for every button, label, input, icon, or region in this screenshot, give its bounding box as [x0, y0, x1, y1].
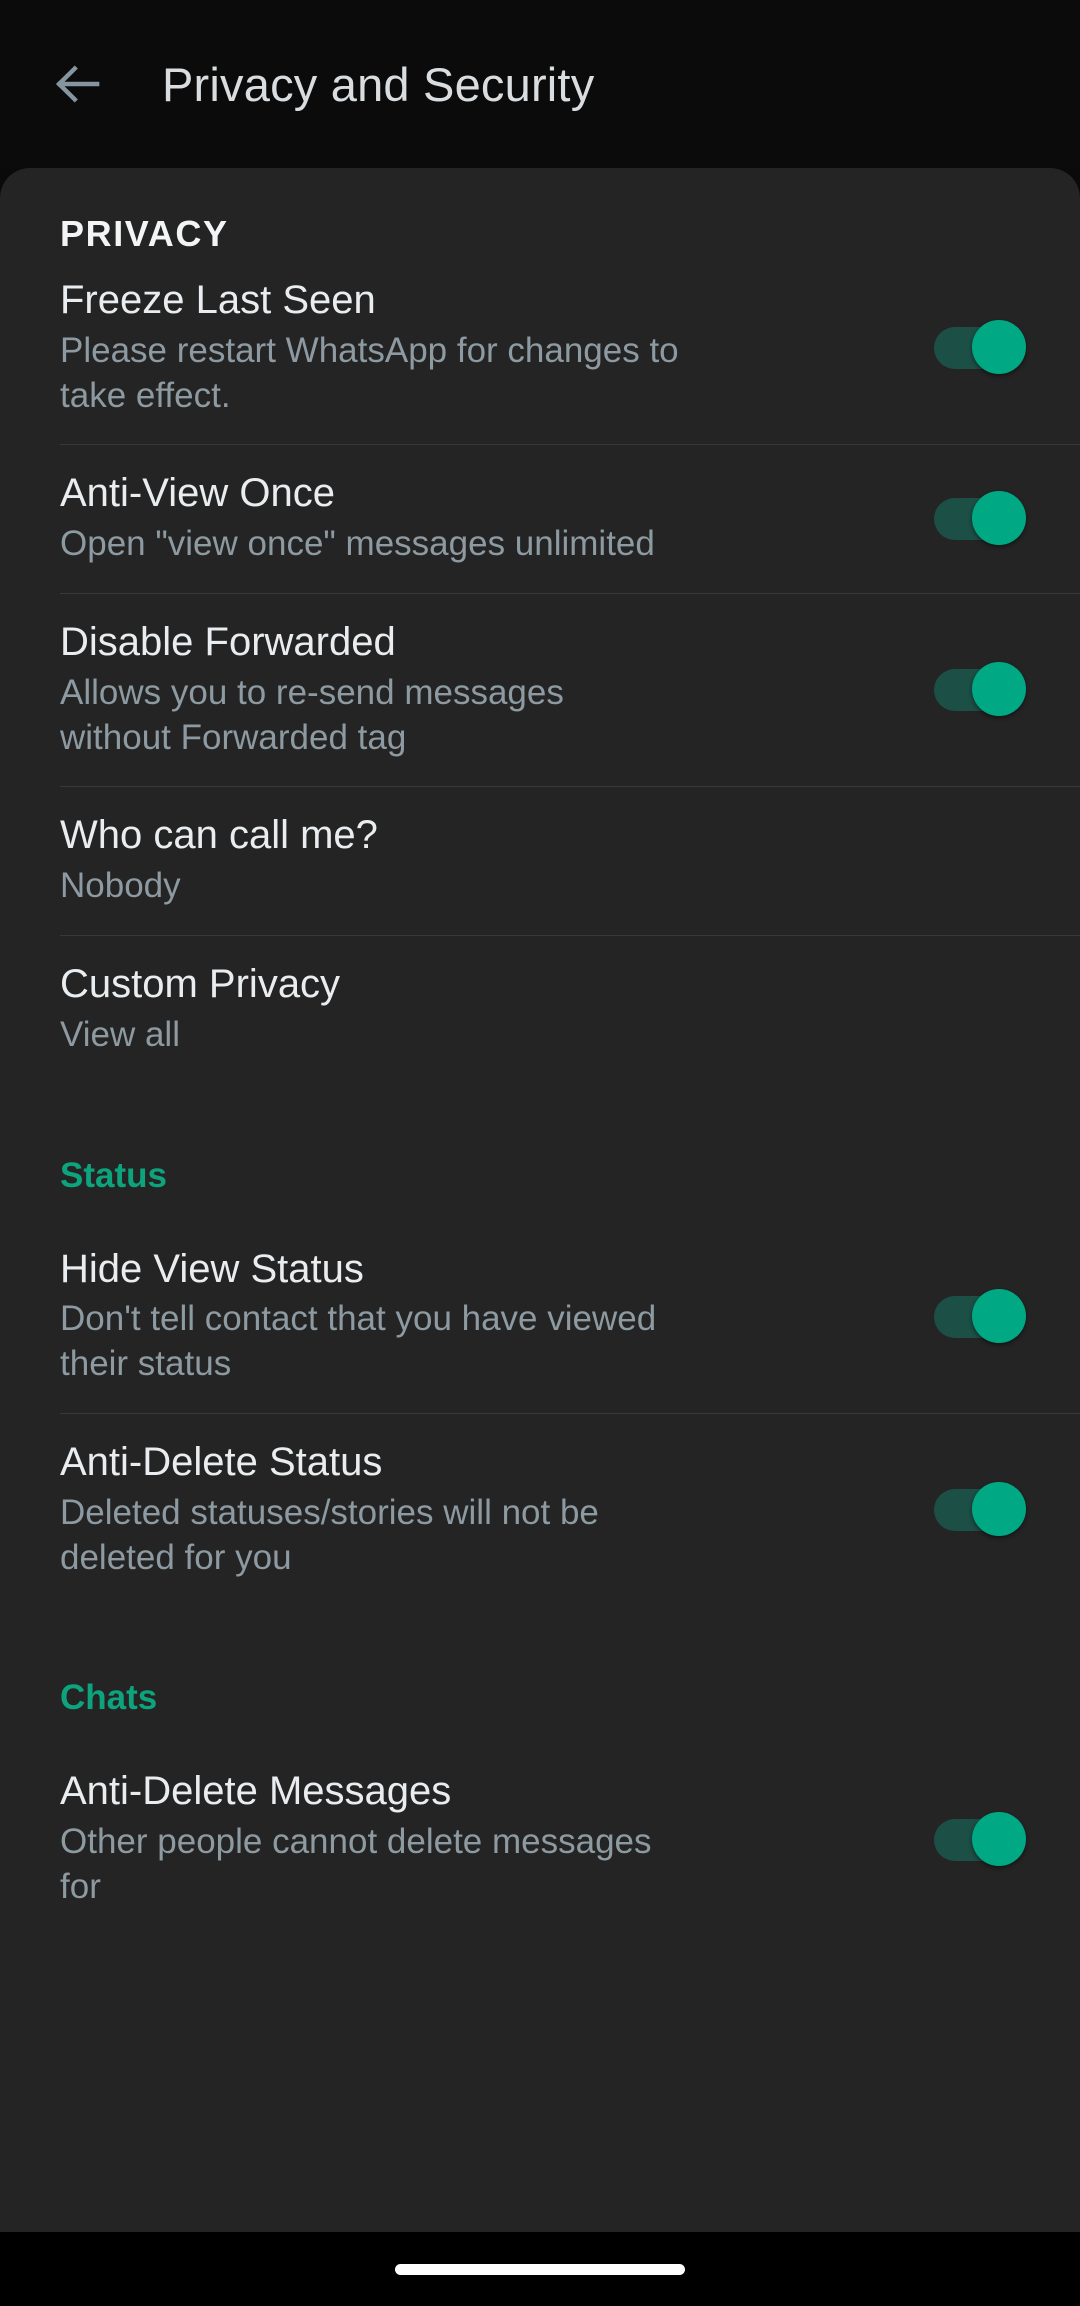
toggle-thumb: [972, 491, 1026, 546]
row-text: Freeze Last Seen Please restart WhatsApp…: [60, 252, 904, 444]
toggle-disable-forwarded[interactable]: [934, 662, 1026, 718]
row-text: Hide View Status Don't tell contact that…: [60, 1221, 904, 1413]
toggle-thumb: [972, 662, 1026, 717]
toggle-anti-delete-messages[interactable]: [934, 1811, 1026, 1868]
row-title: Anti-Delete Messages: [60, 1769, 452, 1814]
page-title: Privacy and Security: [162, 57, 595, 111]
system-navigation-bar: [0, 2232, 1080, 2306]
setting-row-hide-view-status[interactable]: Hide View Status Don't tell contact that…: [0, 1221, 1080, 1413]
toggle-thumb: [972, 1288, 1026, 1343]
row-title: Who can call me?: [60, 813, 378, 858]
app-bar: Privacy and Security: [0, 0, 1080, 168]
row-title: Hide View Status: [60, 1246, 364, 1291]
settings-list: PRIVACY Freeze Last Seen Please restart …: [0, 168, 1080, 1936]
setting-row-custom-privacy[interactable]: Custom Privacy View all: [0, 936, 1080, 1084]
arrow-left-icon: [50, 56, 106, 112]
toggle-thumb: [972, 320, 1026, 375]
row-subtitle: Deleted statuses/stories will not be del…: [60, 1492, 599, 1577]
row-value: View all: [60, 1014, 180, 1054]
setting-row-who-can-call-me[interactable]: Who can call me? Nobody: [0, 787, 1080, 935]
row-title: Anti-Delete Status: [60, 1439, 383, 1484]
row-title: Disable Forwarded: [60, 619, 396, 664]
toggle-anti-delete-status[interactable]: [934, 1482, 1026, 1538]
row-subtitle: Don't tell contact that you have viewed …: [60, 1299, 657, 1384]
row-value: Nobody: [60, 866, 181, 906]
setting-row-disable-forwarded[interactable]: Disable Forwarded Allows you to re-send …: [0, 594, 1080, 786]
toggle-thumb: [972, 1482, 1026, 1537]
toggle-freeze-last-seen[interactable]: [934, 320, 1026, 376]
row-title: Custom Privacy: [60, 961, 341, 1006]
phone-screen: Privacy and Security PRIVACY Freeze Last…: [0, 0, 1080, 2306]
section-heading-privacy: PRIVACY: [60, 213, 229, 254]
row-subtitle: Other people cannot delete messages for: [60, 1822, 652, 1906]
toggle-thumb: [972, 1811, 1026, 1866]
row-text: Custom Privacy View all: [60, 936, 1026, 1084]
section-heading-status: Status: [60, 1155, 167, 1195]
settings-card[interactable]: PRIVACY Freeze Last Seen Please restart …: [0, 168, 1080, 2232]
row-text: Anti-Delete Status Deleted statuses/stor…: [60, 1414, 904, 1606]
home-gesture-pill[interactable]: [395, 2263, 685, 2275]
row-text: Who can call me? Nobody: [60, 787, 1026, 935]
row-title: Freeze Last Seen: [60, 278, 376, 322]
row-text: Disable Forwarded Allows you to re-send …: [60, 594, 904, 786]
row-subtitle: Open "view once" messages unlimited: [60, 524, 655, 564]
row-subtitle: Allows you to re-send messages without F…: [60, 672, 564, 757]
setting-row-anti-delete-messages[interactable]: Anti-Delete Messages Other people cannot…: [0, 1743, 1080, 1935]
row-subtitle: Please restart WhatsApp for changes to t…: [60, 330, 679, 415]
setting-row-anti-view-once[interactable]: Anti-View Once Open "view once" messages…: [0, 445, 1080, 593]
row-text: Anti-Delete Messages Other people cannot…: [60, 1743, 904, 1935]
toggle-anti-view-once[interactable]: [934, 491, 1026, 547]
row-text: Anti-View Once Open "view once" messages…: [60, 445, 904, 593]
setting-row-freeze-last-seen[interactable]: Freeze Last Seen Please restart WhatsApp…: [0, 252, 1080, 444]
toggle-hide-view-status[interactable]: [934, 1288, 1026, 1345]
setting-row-anti-delete-status[interactable]: Anti-Delete Status Deleted statuses/stor…: [0, 1414, 1080, 1606]
section-heading-chats: Chats: [60, 1678, 158, 1718]
back-button[interactable]: [46, 52, 110, 116]
row-title: Anti-View Once: [60, 471, 335, 516]
